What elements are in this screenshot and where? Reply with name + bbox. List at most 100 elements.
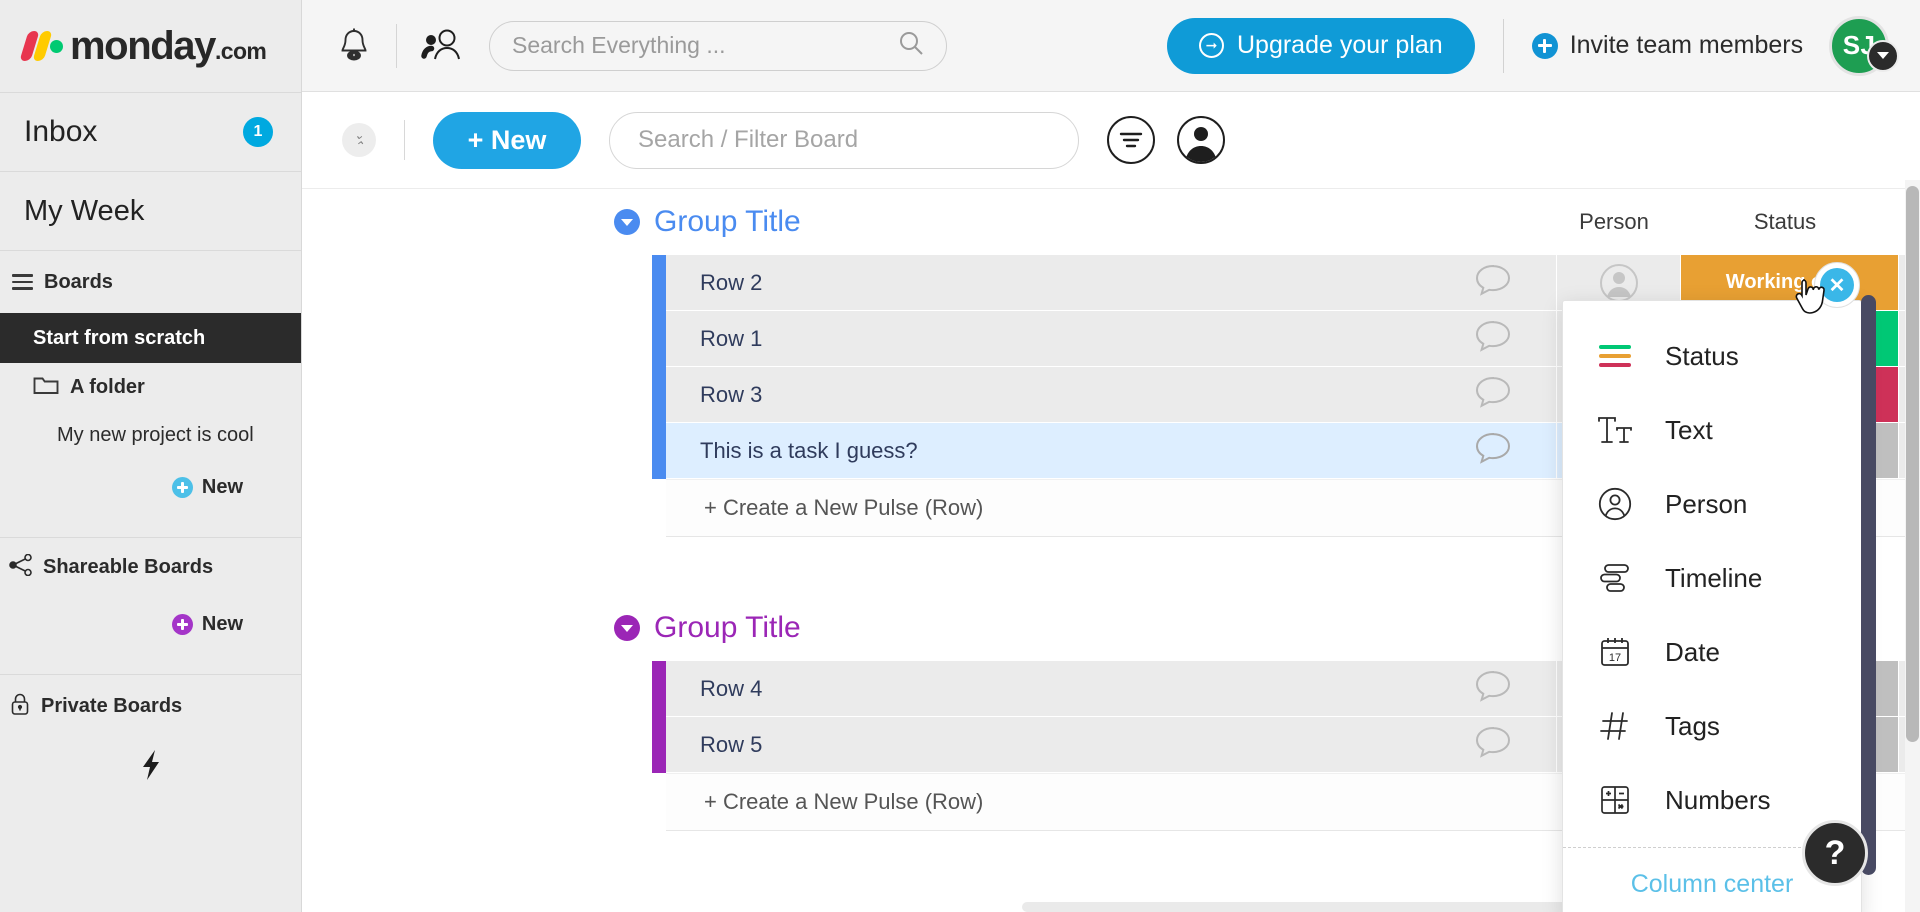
group-header[interactable]: Group Title Person Status Date <box>302 189 1920 255</box>
top-divider <box>396 23 397 68</box>
upgrade-plan-button[interactable]: ➞ Upgrade your plan <box>1167 17 1475 74</box>
row-name-cell[interactable]: Row 1 <box>666 311 1556 367</box>
shareable-section: Shareable Boards New <box>0 537 301 674</box>
row-label: Row 2 <box>700 269 763 295</box>
column-header-status[interactable]: Status <box>1676 209 1894 235</box>
status-bars-icon <box>1595 343 1635 369</box>
filter-board-input[interactable] <box>638 126 1050 154</box>
notifications-bell-icon[interactable] <box>334 24 374 68</box>
comment-bubble-icon[interactable] <box>1474 725 1512 765</box>
person-placeholder-icon <box>1599 263 1638 302</box>
bolt-icon <box>139 749 163 785</box>
search-everything-input[interactable] <box>512 32 924 59</box>
sidebar-item-start-from-scratch[interactable]: Start from scratch <box>0 313 301 363</box>
menu-item-label: Text <box>1665 414 1713 445</box>
horizontal-scrollbar[interactable] <box>1022 902 1622 912</box>
chevron-down-icon[interactable] <box>1867 39 1900 72</box>
invite-label: Invite team members <box>1569 31 1804 59</box>
row-color-bar <box>652 311 666 367</box>
outer-scrollbar-thumb[interactable] <box>1906 186 1919 742</box>
group-title[interactable]: Group Title <box>654 611 801 645</box>
row-name-cell[interactable]: Row 4 <box>666 661 1556 717</box>
menu-item-date[interactable]: 17 Date <box>1563 615 1861 689</box>
sidebar: monday.com Inbox 1 My Week Boards Start … <box>0 0 302 912</box>
sidebar-item-boards[interactable]: Boards <box>0 251 301 313</box>
menu-item-tags[interactable]: Tags <box>1563 689 1861 763</box>
user-avatar-menu[interactable]: SJ <box>1829 15 1900 76</box>
inbox-badge: 1 <box>243 117 273 147</box>
comment-bubble-icon[interactable] <box>1474 375 1512 415</box>
shareable-boards-label: Shareable Boards <box>43 555 214 578</box>
new-shareable-board-button[interactable]: New <box>0 596 301 652</box>
timeline-icon <box>1595 563 1635 593</box>
private-boards-label: Private Boards <box>41 694 183 717</box>
sidebar-item-a-folder[interactable]: A folder <box>0 363 301 411</box>
menu-item-label: Numbers <box>1665 784 1771 815</box>
comment-bubble-icon[interactable] <box>1474 263 1512 303</box>
menu-item-status[interactable]: Status <box>1563 319 1861 393</box>
help-button[interactable]: ? <box>1802 820 1868 886</box>
invite-team-members-button[interactable]: Invite team members <box>1531 31 1804 60</box>
comment-bubble-icon[interactable] <box>1474 319 1512 359</box>
create-new-pulse-label: + Create a New Pulse (Row) <box>704 789 984 814</box>
menu-item-person[interactable]: Person <box>1563 467 1861 541</box>
automations-bolt-button[interactable] <box>0 737 301 797</box>
plus-circle-icon <box>171 613 193 635</box>
upgrade-label: Upgrade your plan <box>1237 31 1443 59</box>
plus-circle-icon <box>171 476 193 498</box>
menu-item-label: Date <box>1665 636 1720 667</box>
monday-logo[interactable]: monday.com <box>0 0 301 92</box>
main-area: ➞ Upgrade your plan Invite team members … <box>302 0 1920 912</box>
sub-board-label: My new project is cool <box>57 423 254 446</box>
row-name-cell[interactable]: Row 3 <box>666 367 1556 423</box>
new-board-button[interactable]: New <box>0 459 301 515</box>
group-title[interactable]: Group Title <box>654 205 801 239</box>
row-name-cell[interactable]: Row 5 <box>666 717 1556 773</box>
my-week-label: My Week <box>24 194 145 227</box>
create-new-pulse-label: + Create a New Pulse (Row) <box>704 495 984 520</box>
new-shareable-label: New <box>201 612 243 635</box>
group-collapse-icon[interactable] <box>614 615 640 641</box>
folder-label: A folder <box>70 375 145 398</box>
numbers-icon <box>1595 784 1635 816</box>
menu-item-text[interactable]: Text <box>1563 393 1861 467</box>
private-section: Private Boards <box>0 674 301 797</box>
row-label: Row 3 <box>700 381 763 407</box>
group-collapse-icon[interactable] <box>614 209 640 235</box>
text-icon <box>1595 414 1635 446</box>
sidebar-item-my-new-project[interactable]: My new project is cool <box>0 411 301 459</box>
collapse-toggle-icon[interactable]: ⌄ ⌃ <box>342 123 376 157</box>
row-color-bar <box>652 423 666 479</box>
sidebar-item-inbox[interactable]: Inbox 1 <box>0 93 301 171</box>
hash-icon <box>1595 710 1635 742</box>
menu-item-timeline[interactable]: Timeline <box>1563 541 1861 615</box>
column-center-label: Column center <box>1630 869 1794 898</box>
row-name-cell[interactable]: Row 2 <box>666 255 1556 311</box>
sidebar-item-my-week[interactable]: My Week <box>0 172 301 250</box>
hamburger-icon <box>12 274 33 290</box>
new-board-label: New <box>201 475 243 498</box>
boards-label: Boards <box>44 270 113 293</box>
board-scrollbar-thumb[interactable] <box>1861 295 1876 875</box>
boards-section: Boards Start from scratch A folder My ne… <box>0 250 301 537</box>
comment-bubble-icon[interactable] <box>1474 669 1512 709</box>
person-icon <box>1595 487 1635 521</box>
column-header-person[interactable]: Person <box>1552 209 1676 235</box>
top-bar: ➞ Upgrade your plan Invite team members … <box>302 0 1920 92</box>
lock-icon <box>9 692 31 721</box>
filter-funnel-icon[interactable] <box>1107 116 1155 164</box>
sidebar-item-shareable-boards[interactable]: Shareable Boards <box>0 538 301 596</box>
search-everything-container[interactable] <box>489 20 947 71</box>
team-people-icon[interactable] <box>419 26 465 66</box>
sidebar-item-private-boards[interactable]: Private Boards <box>0 675 301 737</box>
person-filter-icon[interactable] <box>1177 116 1225 164</box>
comment-bubble-icon[interactable] <box>1474 431 1512 471</box>
active-board-label: Start from scratch <box>33 326 206 349</box>
row-label: Row 5 <box>700 731 763 757</box>
new-item-button[interactable]: + New <box>433 111 581 169</box>
arrow-right-circle-icon: ➞ <box>1199 33 1224 58</box>
menu-item-label: Tags <box>1665 710 1720 741</box>
row-name-cell[interactable]: This is a task I guess? <box>666 423 1556 479</box>
inbox-label: Inbox <box>24 115 98 148</box>
filter-board-container[interactable] <box>609 111 1079 169</box>
